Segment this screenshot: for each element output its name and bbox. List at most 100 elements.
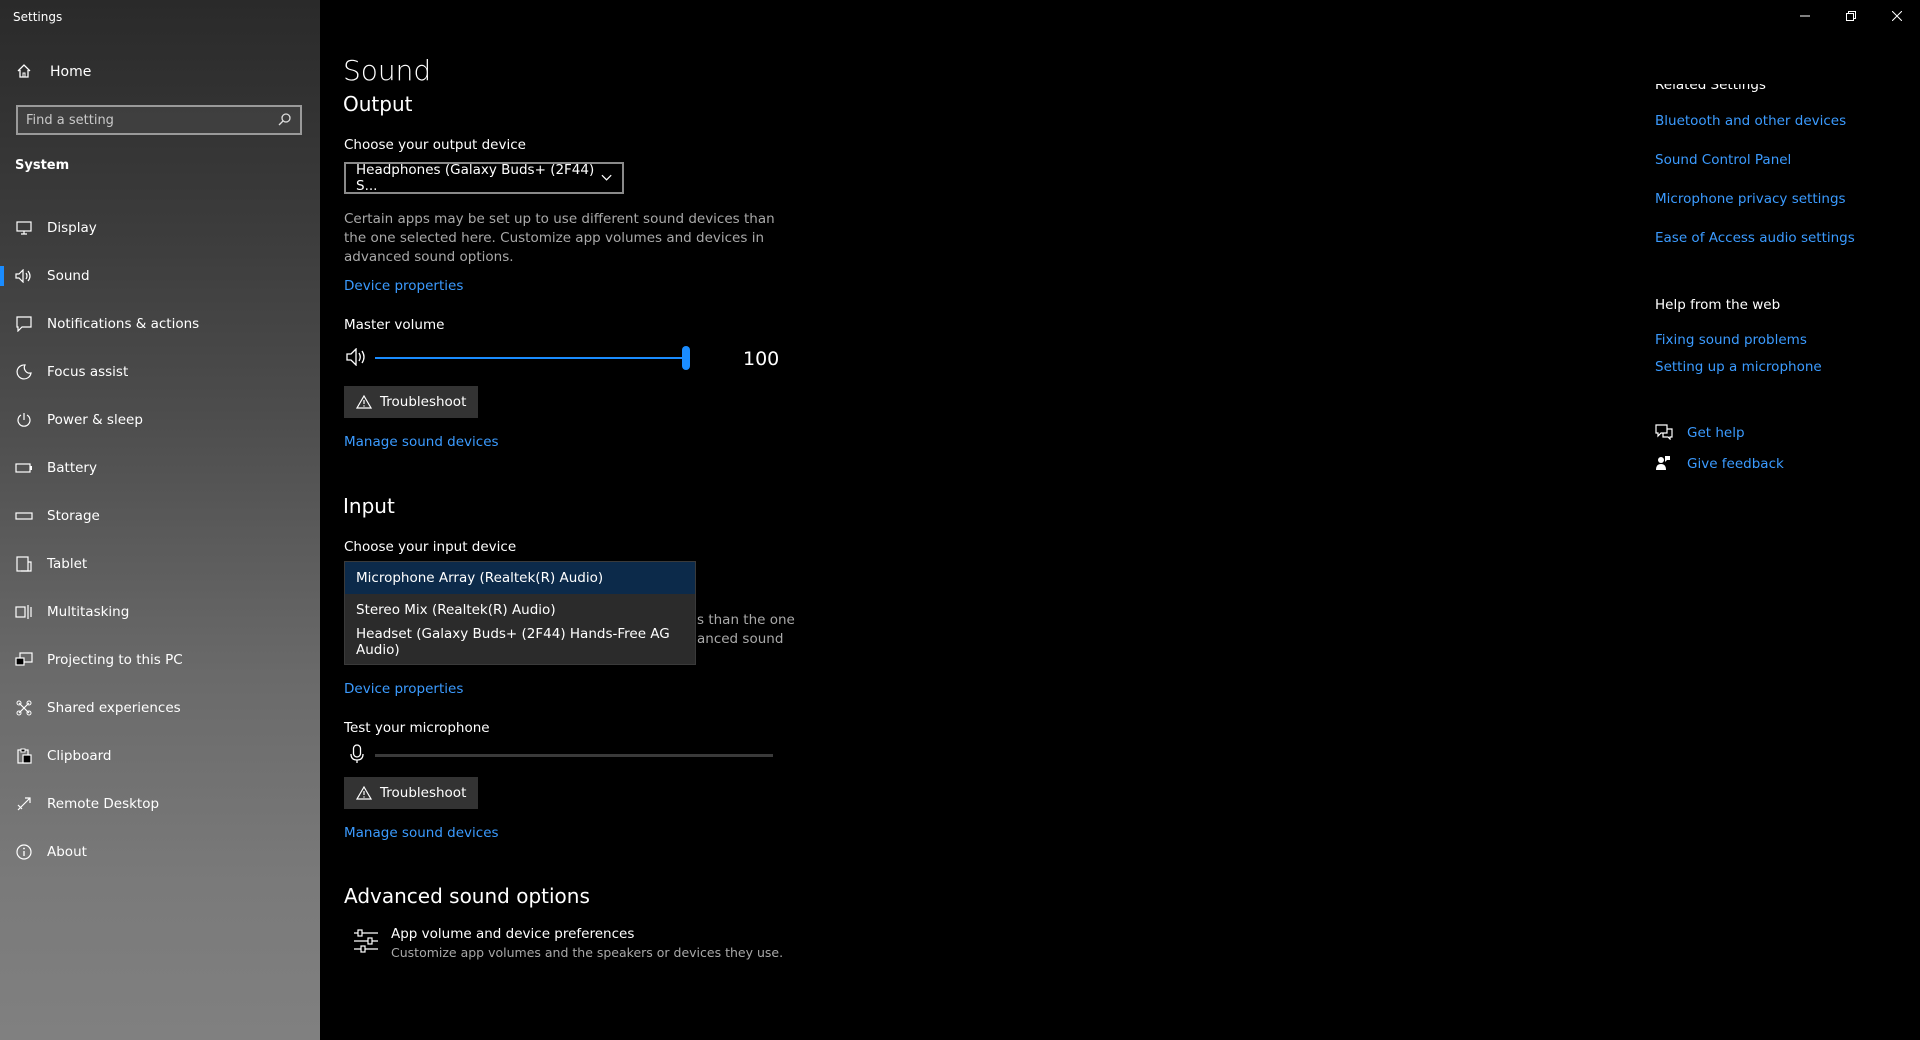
sidebar-item-label: Shared experiences xyxy=(47,700,181,716)
app-volume-description: Customize app volumes and the speakers o… xyxy=(391,945,784,960)
input-description-partial-2: anced sound xyxy=(697,631,784,647)
multitasking-icon xyxy=(15,603,33,621)
get-help-link[interactable]: Get help xyxy=(1655,424,1745,442)
sidebar-nav: Display Sound Notifications & actions Fo… xyxy=(0,204,320,876)
related-settings-panel: Related Settings Bluetooth and other dev… xyxy=(1655,0,1915,1040)
give-feedback-label: Give feedback xyxy=(1687,456,1784,472)
master-volume-fill xyxy=(375,357,690,359)
chat-help-icon xyxy=(1655,424,1673,442)
storage-icon xyxy=(15,507,33,525)
sidebar-item-remote-desktop[interactable]: Remote Desktop xyxy=(0,780,320,828)
info-icon xyxy=(15,843,33,861)
output-manage-devices-link[interactable]: Manage sound devices xyxy=(344,434,499,450)
search-icon[interactable] xyxy=(278,111,292,130)
sidebar-item-projecting[interactable]: Projecting to this PC xyxy=(0,636,320,684)
speaker-icon xyxy=(15,267,33,285)
microphone-level-row xyxy=(343,742,773,768)
speaker-icon[interactable] xyxy=(346,347,368,370)
feedback-icon xyxy=(1655,455,1673,473)
sidebar-item-power-sleep[interactable]: Power & sleep xyxy=(0,396,320,444)
moon-icon xyxy=(15,363,33,381)
sidebar-item-clipboard[interactable]: Clipboard xyxy=(0,732,320,780)
sidebar-item-label: Tablet xyxy=(47,556,88,572)
sidebar-item-battery[interactable]: Battery xyxy=(0,444,320,492)
section-label: System xyxy=(15,158,70,173)
sidebar-item-label: Power & sleep xyxy=(47,412,143,428)
tablet-icon xyxy=(15,555,33,573)
warning-icon xyxy=(356,395,372,409)
input-device-option[interactable]: Microphone Array (Realtek(R) Audio) xyxy=(345,562,695,594)
related-link-microphone-privacy[interactable]: Microphone privacy settings xyxy=(1655,191,1846,207)
output-heading: Output xyxy=(343,92,413,116)
microphone-icon xyxy=(350,744,364,768)
related-link-sound-control-panel[interactable]: Sound Control Panel xyxy=(1655,152,1791,168)
sidebar-item-storage[interactable]: Storage xyxy=(0,492,320,540)
sidebar-item-notifications[interactable]: Notifications & actions xyxy=(0,300,320,348)
sidebar-item-about[interactable]: About xyxy=(0,828,320,876)
sidebar-item-sound[interactable]: Sound xyxy=(0,252,320,300)
home-icon xyxy=(16,63,34,81)
input-device-option[interactable]: Headset (Galaxy Buds+ (2F44) Hands-Free … xyxy=(345,626,695,658)
input-heading: Input xyxy=(343,494,395,518)
power-icon xyxy=(15,411,33,429)
test-microphone-label: Test your microphone xyxy=(344,720,490,736)
sidebar-item-label: Notifications & actions xyxy=(47,316,200,332)
output-device-properties-link[interactable]: Device properties xyxy=(344,278,463,294)
home-nav-item[interactable]: Home xyxy=(16,63,91,81)
app-volume-title: App volume and device preferences xyxy=(391,926,635,942)
projecting-icon xyxy=(15,651,33,669)
notification-icon xyxy=(15,315,33,333)
app-title: Settings xyxy=(13,10,63,24)
home-label: Home xyxy=(50,64,92,80)
master-volume-thumb[interactable] xyxy=(682,346,690,370)
sidebar-item-label: Clipboard xyxy=(47,748,112,764)
master-volume-slider[interactable] xyxy=(375,346,690,370)
help-link-fixing-sound[interactable]: Fixing sound problems xyxy=(1655,332,1807,348)
get-help-label: Get help xyxy=(1687,425,1745,441)
sidebar-item-tablet[interactable]: Tablet xyxy=(0,540,320,588)
battery-icon xyxy=(15,459,33,477)
related-link-bluetooth[interactable]: Bluetooth and other devices xyxy=(1655,113,1846,129)
output-device-select[interactable]: Headphones (Galaxy Buds+ (2F44) S... xyxy=(344,162,624,194)
output-troubleshoot-button[interactable]: Troubleshoot xyxy=(344,386,478,418)
master-volume-label: Master volume xyxy=(344,317,445,333)
input-device-dropdown[interactable]: Microphone Array (Realtek(R) Audio) Ster… xyxy=(344,561,696,665)
give-feedback-link[interactable]: Give feedback xyxy=(1655,455,1784,473)
input-troubleshoot-button[interactable]: Troubleshoot xyxy=(344,777,478,809)
related-settings-heading: Related Settings xyxy=(1655,84,1766,93)
related-link-ease-of-access-audio[interactable]: Ease of Access audio settings xyxy=(1655,230,1855,246)
sidebar-item-label: Sound xyxy=(47,268,90,284)
output-device-value: Headphones (Galaxy Buds+ (2F44) S... xyxy=(356,162,595,194)
warning-icon xyxy=(356,786,372,800)
troubleshoot-label: Troubleshoot xyxy=(380,785,467,801)
sidebar-item-label: Display xyxy=(47,220,97,236)
help-link-setting-up-microphone[interactable]: Setting up a microphone xyxy=(1655,359,1822,375)
input-device-option[interactable]: Stereo Mix (Realtek(R) Audio) xyxy=(345,594,695,626)
search-input[interactable] xyxy=(26,112,266,128)
help-heading: Help from the web xyxy=(1655,297,1781,313)
sidebar-item-display[interactable]: Display xyxy=(0,204,320,252)
app-volume-preferences-item[interactable]: App volume and device preferences Custom… xyxy=(353,926,783,960)
output-device-label: Choose your output device xyxy=(344,137,526,153)
monitor-icon xyxy=(15,219,33,237)
sliders-icon xyxy=(353,928,379,960)
shared-icon xyxy=(15,699,33,717)
search-box[interactable] xyxy=(16,105,302,135)
chevron-down-icon xyxy=(601,174,612,181)
clipboard-icon xyxy=(15,747,33,765)
input-device-properties-link[interactable]: Device properties xyxy=(344,681,463,697)
microphone-level-meter xyxy=(375,754,773,757)
input-device-label: Choose your input device xyxy=(344,539,517,555)
sidebar-item-label: Projecting to this PC xyxy=(47,652,183,668)
input-manage-devices-link[interactable]: Manage sound devices xyxy=(344,825,499,841)
sidebar-item-label: Battery xyxy=(47,460,97,476)
troubleshoot-label: Troubleshoot xyxy=(380,394,467,410)
page-title: Sound xyxy=(343,54,432,87)
input-description-partial-1: s than the one xyxy=(697,612,795,628)
sidebar: Settings Home System Display Sound Notif… xyxy=(0,0,320,1040)
sidebar-item-multitasking[interactable]: Multitasking xyxy=(0,588,320,636)
main-content: Sound Output Choose your output device H… xyxy=(343,0,1243,1040)
sidebar-item-shared-experiences[interactable]: Shared experiences xyxy=(0,684,320,732)
sidebar-item-focus-assist[interactable]: Focus assist xyxy=(0,348,320,396)
sidebar-item-label: Multitasking xyxy=(47,604,130,620)
